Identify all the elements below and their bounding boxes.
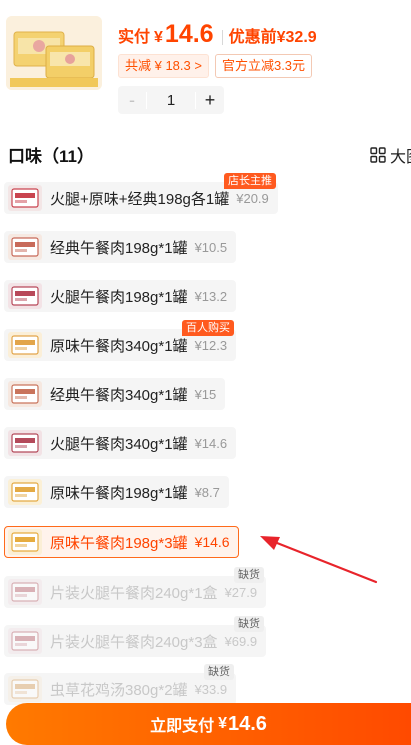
grid-icon: [370, 147, 386, 163]
flavor-thumbnail: [8, 332, 42, 358]
flavor-name: 原味午餐肉198g*3罐: [50, 534, 188, 552]
flavor-price: ¥10.5: [194, 239, 228, 255]
quantity-value[interactable]: 1: [146, 91, 196, 109]
promo-tags: 共减 ¥ 18.3 > 官方立减3.3元: [118, 54, 313, 78]
flavor-price: ¥33.9: [194, 681, 228, 697]
flavor-name: 原味午餐肉198g*1罐: [50, 484, 188, 502]
flavor-thumbnail: [8, 185, 42, 211]
quantity-stepper: - 1 +: [118, 86, 224, 114]
flavor-option[interactable]: 片装火腿午餐肉240g*3盒 ¥69.9: [4, 625, 267, 657]
price-divider: [221, 29, 223, 45]
flavor-section-title: 口味（11）: [8, 147, 94, 166]
flavor-price: ¥12.3: [194, 337, 228, 353]
flavor-price: ¥27.9: [224, 584, 258, 600]
actual-price-label: 实付: [118, 29, 151, 46]
large-image-view-toggle[interactable]: 大图: [370, 143, 411, 167]
flavor-price: ¥13.2: [194, 288, 228, 304]
official-discount-tag: 官方立减3.3元: [214, 54, 313, 78]
flavor-option[interactable]: 火腿午餐肉340g*1罐 ¥14.6: [4, 427, 237, 459]
actual-price: 14.6: [164, 20, 214, 48]
total-discount-tag[interactable]: 共减 ¥ 18.3 >: [118, 54, 209, 78]
flavor-thumbnail: [8, 529, 42, 555]
out-of-stock-badge: 缺货: [204, 664, 234, 680]
flavor-price: ¥20.9: [236, 190, 269, 206]
decrease-quantity-button[interactable]: -: [118, 86, 146, 114]
flavor-price: ¥14.6: [194, 534, 230, 550]
flavor-price: ¥69.9: [224, 633, 258, 649]
original-price: 32.9: [285, 29, 317, 46]
flavor-option[interactable]: 虫草花鸡汤380g*2罐 ¥33.9: [4, 673, 237, 705]
flavor-name: 经典午餐肉198g*1罐: [50, 239, 188, 257]
flavor-thumbnail: [8, 676, 42, 702]
flavor-thumbnail: [8, 628, 42, 654]
flavor-option[interactable]: 经典午餐肉340g*1罐 ¥15: [4, 378, 226, 410]
pay-now-label: 立即支付: [150, 718, 215, 735]
flavor-name: 片装火腿午餐肉240g*3盒: [50, 633, 218, 651]
pay-amount: 14.6: [227, 712, 267, 735]
flavor-price: ¥14.6: [194, 435, 228, 451]
flavor-option[interactable]: 片装火腿午餐肉240g*1盒 ¥27.9: [4, 576, 267, 608]
price-summary: 实付 ¥ 14.6 优惠前 ¥ 32.9: [118, 20, 317, 54]
flavor-price: ¥15: [194, 386, 217, 402]
currency-symbol: ¥: [154, 29, 163, 46]
flavor-thumbnail: [8, 234, 42, 260]
original-price-label: 优惠前: [228, 29, 277, 46]
view-toggle-label: 大图: [390, 149, 411, 166]
flavor-name: 火腿+原味+经典198g各1罐: [50, 190, 230, 208]
product-cans-illustration: [6, 16, 102, 90]
out-of-stock-badge: 缺货: [234, 616, 264, 632]
flavor-option[interactable]: 原味午餐肉198g*1罐 ¥8.7: [4, 476, 229, 508]
flavor-thumbnail: [8, 381, 42, 407]
flavor-price: ¥8.7: [194, 484, 220, 500]
flavor-name: 原味午餐肉340g*1罐: [50, 337, 188, 355]
flavor-name: 火腿午餐肉340g*1罐: [50, 435, 188, 453]
flavor-name: 片装火腿午餐肉240g*1盒: [50, 584, 218, 602]
flavor-name: 火腿午餐肉198g*1罐: [50, 288, 188, 306]
flavor-option[interactable]: 经典午餐肉198g*1罐 ¥10.5: [4, 231, 237, 263]
pay-currency-symbol: ¥: [218, 715, 227, 732]
product-image: [6, 16, 102, 90]
recommend-badge: 店长主推: [224, 173, 276, 189]
flavor-thumbnail: [8, 283, 42, 309]
flavor-thumbnail: [8, 430, 42, 456]
increase-quantity-button[interactable]: +: [196, 86, 224, 114]
flavor-thumbnail: [8, 479, 42, 505]
pay-now-button[interactable]: 立即支付 ¥ 14.6: [6, 703, 411, 745]
sku-selector-sheet: 实付 ¥ 14.6 优惠前 ¥ 32.9 共减 ¥ 18.3 > 官方立减3.3…: [0, 0, 411, 745]
flavor-name: 虫草花鸡汤380g*2罐: [50, 681, 188, 699]
flavor-option[interactable]: 原味午餐肉198g*3罐 ¥14.6: [4, 526, 239, 558]
arrow-icon: [260, 536, 378, 584]
flavor-thumbnail: [8, 579, 42, 605]
original-currency-symbol: ¥: [276, 29, 286, 46]
recommend-badge: 百人购买: [182, 320, 234, 336]
flavor-name: 经典午餐肉340g*1罐: [50, 386, 188, 404]
flavor-option[interactable]: 火腿午餐肉198g*1罐 ¥13.2: [4, 280, 237, 312]
